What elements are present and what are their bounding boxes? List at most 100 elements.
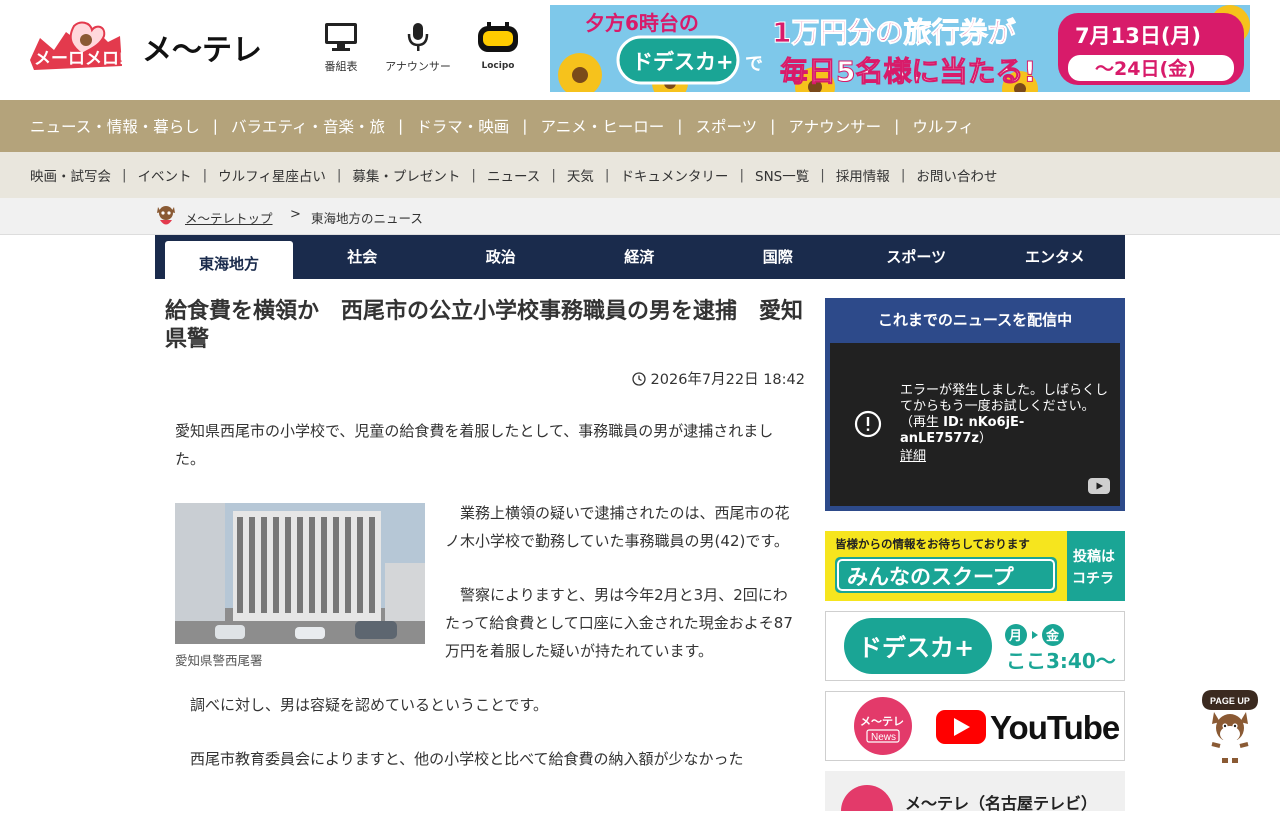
nav-separator: | — [677, 117, 683, 135]
sub-nav-sns[interactable]: SNS一覧 — [755, 165, 809, 185]
main-nav-news[interactable]: ニュース・情報・暮らし — [30, 115, 200, 137]
article-date: 2026年7月22日 18:42 — [155, 368, 805, 389]
dodesuka-time: ここ3:40～ — [1006, 649, 1116, 673]
page-up-label: PAGE UP — [1210, 696, 1250, 706]
sub-nav-horoscope[interactable]: ウルフィ星座占い — [218, 165, 326, 185]
sub-nav-present[interactable]: 募集・プレゼント — [352, 165, 460, 185]
yt-news-sub: News — [871, 732, 896, 743]
nav-separator: | — [122, 167, 127, 183]
tv-guide-link[interactable]: 番組表 — [301, 22, 381, 74]
tab-entertainment[interactable]: エンタメ — [986, 235, 1125, 279]
live-video-box: これまでのニュースを配信中 エラーが発生しました。しばらくしてからもう一度お試し… — [825, 298, 1125, 511]
live-video-title: これまでのニュースを配信中 — [877, 311, 1073, 329]
article-paragraph: 西尾市教育委員会によりますと、他の小学校と比べて給食費の納入額が少なかった — [190, 750, 744, 768]
player-details-link[interactable]: 詳細 — [900, 449, 1110, 465]
article-title: 給食費を横領か 西尾市の公立小学校事務職員の男を逮捕 愛知県警 — [165, 299, 804, 352]
breadcrumb-home-link[interactable]: メ～テレトップ — [185, 208, 273, 227]
tab-international[interactable]: 国際 — [709, 235, 848, 279]
article: 給食費を横領か 西尾市の公立小学校事務職員の男を逮捕 愛知県警 2026年7月2… — [155, 298, 805, 799]
scoop-main-text: みんなのスクープ — [847, 565, 1015, 589]
banner-line1: 夕方6時台の — [585, 11, 699, 35]
announcer-label: アナウンサー — [385, 60, 451, 73]
breadcrumb: メ～テレトップ > 東海地方のニュース — [0, 198, 1280, 235]
nav-separator: | — [739, 167, 744, 183]
main-nav-wolfy[interactable]: ウルフィ — [912, 115, 974, 137]
nav-separator: | — [604, 167, 610, 183]
sub-nav-movie[interactable]: 映画・試写会 — [30, 165, 111, 185]
dodesuka-brand: ドデスカ+ — [858, 634, 974, 662]
banner-date2: ～24日(金) — [1095, 57, 1196, 80]
youtube-banner[interactable]: メ～テレ News YouTube — [825, 691, 1125, 761]
dodesuka-banner[interactable]: ドデスカ+ 月 金 ここ3:40～ — [825, 611, 1125, 681]
category-tabs: 東海地方 社会 政治 経済 国際 スポーツ エンタメ — [155, 235, 1125, 279]
sub-nav-news[interactable]: ニュース — [487, 165, 540, 185]
dodesuka-day-fri: 金 — [1045, 628, 1060, 644]
main-nav-variety[interactable]: バラエティ・音楽・旅 — [231, 115, 385, 137]
nagoya-tv-banner[interactable]: メ～テレ（名古屋テレビ） — [825, 771, 1125, 815]
locipo-link[interactable]: Locipo — [458, 22, 538, 71]
sub-nav: 映画・試写会 | イベント | ウルフィ星座占い | 募集・プレゼント | ニュ… — [0, 152, 1280, 198]
tv-guide-label: 番組表 — [324, 60, 358, 73]
announcer-link[interactable]: アナウンサー — [378, 22, 458, 74]
tab-politics[interactable]: 政治 — [432, 235, 571, 279]
mascot-text: メーロメロ! — [34, 49, 125, 68]
main-nav-announcer[interactable]: アナウンサー — [788, 115, 881, 137]
youtube-icon[interactable] — [1088, 478, 1110, 494]
photo-caption: 愛知県警西尾署 — [175, 653, 263, 668]
sub-nav-contact[interactable]: お問い合わせ — [916, 165, 997, 185]
nagoya-tv-label: メ～テレ（名古屋テレビ） — [905, 794, 1097, 811]
clock-icon — [632, 372, 651, 388]
article-body: 愛知県西尾市の小学校で、児童の給食費を着服したとして、事務職員の男が逮捕されまし… — [155, 417, 805, 773]
tab-society[interactable]: 社会 — [293, 235, 432, 279]
site-logo[interactable]: メーロメロ! メ～テレ — [30, 20, 292, 76]
scoop-top-text: 皆様からの情報をお待ちしております — [835, 537, 1030, 551]
yt-news-brand: メ～テレ — [860, 715, 904, 728]
nav-separator: | — [522, 117, 528, 135]
main-nav-sports[interactable]: スポーツ — [695, 115, 757, 137]
article-paragraph: 調べに対し、男は容疑を認めているということです。 — [190, 696, 549, 714]
tv-icon — [301, 22, 381, 54]
nav-separator: | — [551, 167, 556, 183]
banner-headline2: 毎日5名様に当たる! — [780, 55, 1036, 88]
player-error: エラーが発生しました。しばらくしてからもう一度お試しください。（再生 ID: n… — [900, 383, 1110, 465]
sub-nav-documentary[interactable]: ドキュメンタリー — [620, 165, 728, 185]
article-photo[interactable] — [175, 503, 425, 644]
article-date-text: 2026年7月22日 18:42 — [650, 372, 805, 388]
sub-nav-weather[interactable]: 天気 — [567, 165, 594, 185]
brand-name: メ～テレ — [142, 33, 262, 68]
nav-separator: | — [770, 117, 776, 135]
main-nav: ニュース・情報・暮らし | バラエティ・音楽・旅 | ドラマ・映画 | アニメ・… — [0, 100, 1280, 152]
campaign-banner[interactable]: 夕方6時台の ドデスカ+ で 1万円分の旅行券が 毎日5名様に当たる! 7月13… — [550, 5, 1250, 92]
sidebar: これまでのニュースを配信中 エラーが発生しました。しばらくしてからもう一度お試し… — [825, 298, 1125, 815]
main-nav-anime[interactable]: アニメ・ヒーロー — [541, 115, 665, 137]
nav-separator: | — [398, 117, 404, 135]
nav-separator: | — [212, 117, 218, 135]
locipo-icon — [458, 22, 538, 54]
banner-de: で — [745, 54, 763, 75]
sub-nav-recruit[interactable]: 採用情報 — [836, 165, 890, 185]
microphone-icon — [378, 22, 458, 54]
breadcrumb-current: 東海地方のニュース — [311, 211, 423, 226]
article-figure: 愛知県警西尾署 — [175, 503, 425, 675]
main-nav-drama[interactable]: ドラマ・映画 — [416, 115, 509, 137]
page-up-button[interactable]: PAGE UP — [1198, 688, 1262, 764]
breadcrumb-arrow: > — [290, 207, 301, 222]
tab-economy[interactable]: 経済 — [570, 235, 709, 279]
nav-separator: | — [336, 167, 342, 183]
mascot-icon — [155, 203, 177, 229]
video-player[interactable]: エラーが発生しました。しばらくしてからもう一度お試しください。（再生 ID: n… — [830, 343, 1120, 506]
scoop-cta-line1: 投稿は — [1073, 548, 1115, 565]
locipo-label: Locipo — [481, 61, 515, 71]
dodesuka-day-mon: 月 — [1008, 629, 1022, 644]
tab-sports[interactable]: スポーツ — [847, 235, 986, 279]
banner-brand: ドデスカ+ — [632, 50, 734, 74]
nav-separator: | — [900, 167, 906, 183]
scoop-banner[interactable]: 皆様からの情報をお待ちしております みんなのスクープ 投稿は コチラ — [825, 531, 1125, 601]
youtube-wordmark: YouTube — [990, 709, 1120, 746]
nav-separator: | — [894, 117, 900, 135]
nav-separator: | — [820, 167, 825, 183]
sub-nav-event[interactable]: イベント — [138, 165, 192, 185]
banner-date1: 7月13日(月) — [1075, 24, 1201, 48]
tab-tokai[interactable]: 東海地方 — [165, 241, 293, 279]
site-header: メーロメロ! メ～テレ 番組表 アナウンサー Locipo 夕方6時台の ドデス… — [0, 0, 1280, 100]
